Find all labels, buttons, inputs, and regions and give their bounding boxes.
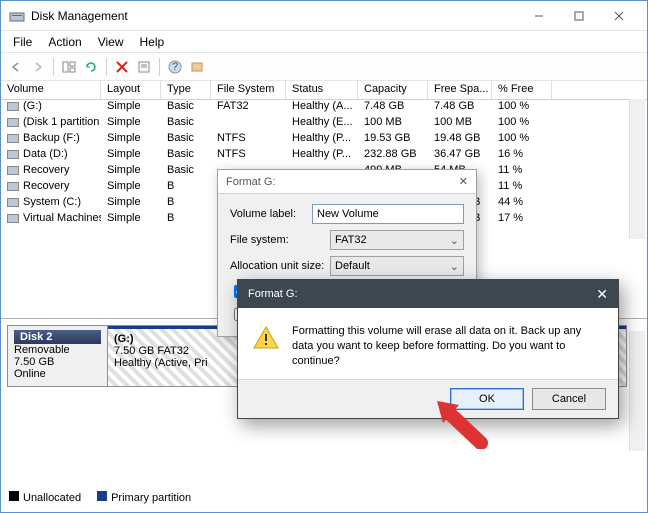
delete-icon[interactable] xyxy=(113,58,131,76)
window-titlebar: Disk Management xyxy=(1,1,647,31)
filesystem-select[interactable]: FAT32 ⌄ xyxy=(330,230,464,250)
col-volume[interactable]: Volume xyxy=(1,81,101,99)
legend: Unallocated Primary partition xyxy=(9,491,191,504)
col-layout[interactable]: Layout xyxy=(101,81,161,99)
back-icon[interactable] xyxy=(7,58,25,76)
disk-status: Online xyxy=(14,368,101,380)
confirm-dialog: Format G: ✕ Formatting this volume will … xyxy=(237,279,619,419)
volume-icon xyxy=(7,182,19,191)
chevron-down-icon: ⌄ xyxy=(450,234,459,247)
window-title: Disk Management xyxy=(31,9,519,23)
chevron-down-icon: ⌄ xyxy=(450,260,459,273)
legend-unallocated: Unallocated xyxy=(23,492,81,504)
aus-value: Default xyxy=(335,260,370,272)
menu-view[interactable]: View xyxy=(90,33,132,51)
confirm-dialog-titlebar[interactable]: Format G: ✕ xyxy=(238,280,618,308)
legend-primary: Primary partition xyxy=(111,492,191,504)
menubar: File Action View Help xyxy=(1,31,647,53)
properties-icon[interactable] xyxy=(135,58,153,76)
menu-help[interactable]: Help xyxy=(132,33,173,51)
minimize-button[interactable] xyxy=(519,1,559,31)
volume-icon xyxy=(7,150,19,159)
svg-text:?: ? xyxy=(172,61,178,73)
ok-button[interactable]: OK xyxy=(450,388,524,410)
toolbar-generic-icon[interactable] xyxy=(188,58,206,76)
menu-action[interactable]: Action xyxy=(40,33,89,51)
volume-grid-header: Volume Layout Type File System Status Ca… xyxy=(1,81,647,100)
format-dialog-close-icon[interactable]: ✕ xyxy=(459,175,468,188)
warning-icon xyxy=(252,324,280,352)
diskmap-scrollbar[interactable] xyxy=(629,331,645,451)
table-row[interactable]: Data (D:)SimpleBasicNTFSHealthy (P...232… xyxy=(1,148,647,164)
filesystem-value: FAT32 xyxy=(335,234,367,246)
app-icon xyxy=(9,8,25,24)
confirm-dialog-title: Format G: xyxy=(248,288,298,300)
aus-select[interactable]: Default ⌄ xyxy=(330,256,464,276)
volume-icon xyxy=(7,198,19,207)
confirm-message: Formatting this volume will erase all da… xyxy=(292,324,604,369)
col-capacity[interactable]: Capacity xyxy=(358,81,428,99)
filesystem-label: File system: xyxy=(230,234,330,246)
table-row[interactable]: (G:)SimpleBasicFAT32Healthy (A...7.48 GB… xyxy=(1,100,647,116)
refresh-icon[interactable] xyxy=(82,58,100,76)
disk-label-block: Disk 2 Removable 7.50 GB Online xyxy=(8,326,108,386)
format-dialog-titlebar[interactable]: Format G: ✕ xyxy=(218,170,476,194)
table-row[interactable]: Backup (F:)SimpleBasicNTFSHealthy (P...1… xyxy=(1,132,647,148)
grid-scrollbar[interactable] xyxy=(629,99,645,239)
volume-label-input[interactable] xyxy=(312,204,464,224)
disk-title: Disk 2 xyxy=(14,330,101,344)
cancel-button[interactable]: Cancel xyxy=(532,388,606,410)
col-filesystem[interactable]: File System xyxy=(211,81,286,99)
aus-label: Allocation unit size: xyxy=(230,260,330,272)
format-dialog-title: Format G: xyxy=(226,176,276,188)
maximize-button[interactable] xyxy=(559,1,599,31)
col-status[interactable]: Status xyxy=(286,81,358,99)
disk-size: 7.50 GB xyxy=(14,356,101,368)
col-type[interactable]: Type xyxy=(161,81,211,99)
close-button[interactable] xyxy=(599,1,639,31)
toolbar-layout-icon[interactable] xyxy=(60,58,78,76)
col-freespace[interactable]: Free Spa... xyxy=(428,81,492,99)
forward-icon[interactable] xyxy=(29,58,47,76)
volume-icon xyxy=(7,102,19,111)
volume-icon xyxy=(7,118,19,127)
help-icon[interactable]: ? xyxy=(166,58,184,76)
table-row[interactable]: (Disk 1 partition 2)SimpleBasicHealthy (… xyxy=(1,116,647,132)
volume-icon xyxy=(7,214,19,223)
col-pctfree[interactable]: % Free xyxy=(492,81,552,99)
volume-label-label: Volume label: xyxy=(230,208,312,220)
disk-media: Removable xyxy=(14,344,101,356)
toolbar: ? xyxy=(1,53,647,81)
volume-icon xyxy=(7,134,19,143)
confirm-dialog-close-icon[interactable]: ✕ xyxy=(596,286,608,303)
menu-file[interactable]: File xyxy=(5,33,40,51)
volume-icon xyxy=(7,166,19,175)
